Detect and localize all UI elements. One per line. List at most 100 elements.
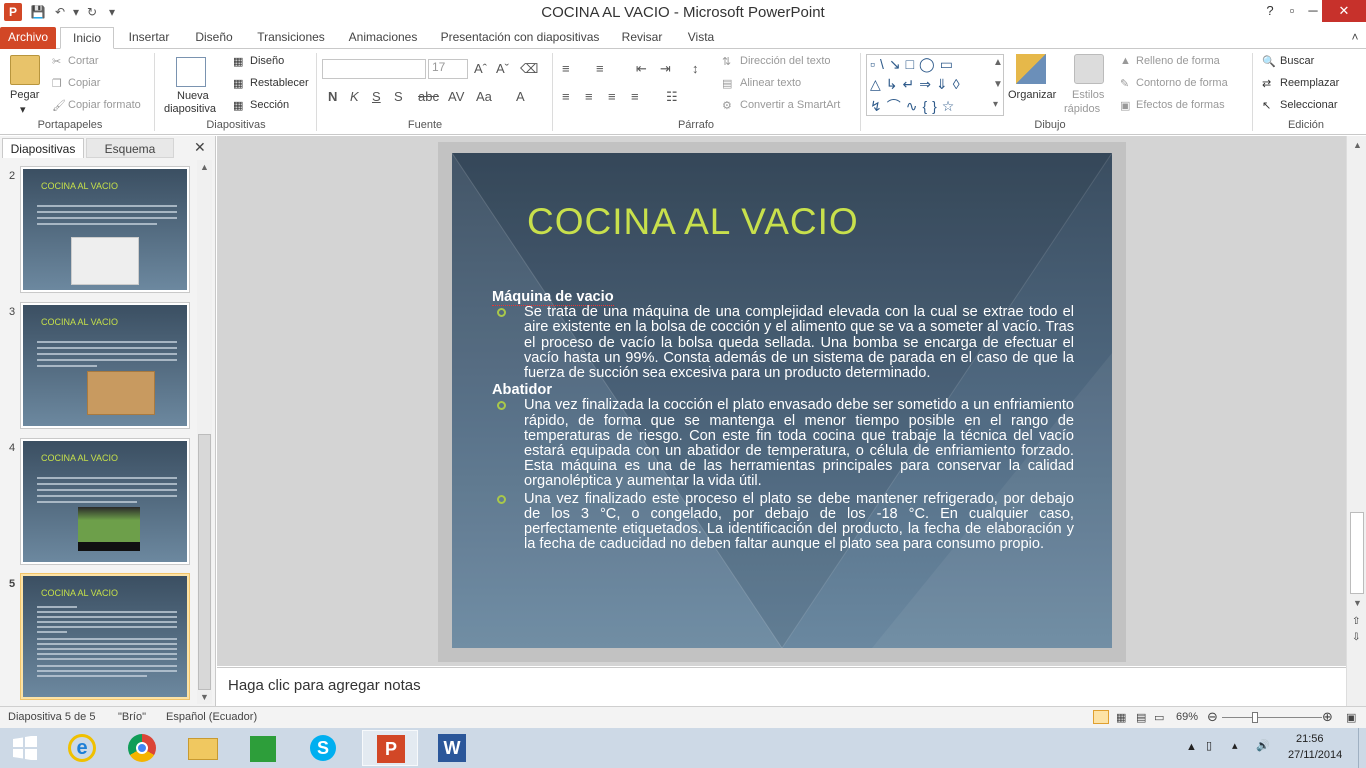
internet-explorer-icon[interactable]: e bbox=[54, 730, 110, 766]
tab-revisar[interactable]: Revisar bbox=[614, 27, 670, 49]
shapes-row-2-icons[interactable]: △↳↵⇒⇓◊ bbox=[870, 76, 965, 93]
next-slide-icon[interactable]: ⇩ bbox=[1352, 632, 1360, 643]
increase-indent-icon[interactable]: ⇥ bbox=[660, 61, 671, 77]
tab-diapositivas[interactable]: Diapositivas bbox=[2, 138, 84, 158]
select-icon[interactable]: ↖ bbox=[1262, 99, 1271, 112]
new-slide-label-1[interactable]: Nueva bbox=[177, 90, 209, 102]
scroll-up-icon[interactable]: ▲ bbox=[1353, 140, 1362, 150]
clock-time[interactable]: 21:56 bbox=[1296, 733, 1324, 745]
tab-vista[interactable]: Vista bbox=[680, 27, 722, 49]
new-slide-label-2[interactable]: diapositiva bbox=[164, 103, 216, 115]
shape-outline-button[interactable]: Contorno de forma bbox=[1136, 77, 1228, 89]
paste-button[interactable]: Pegar bbox=[10, 89, 39, 101]
replace-button[interactable]: Reemplazar bbox=[1280, 77, 1339, 89]
volume-icon[interactable]: 🔊 bbox=[1256, 739, 1270, 752]
network-icon[interactable]: ▴ bbox=[1232, 739, 1238, 752]
zoom-slider[interactable] bbox=[1222, 712, 1322, 723]
shape-outline-icon[interactable]: ✎ bbox=[1120, 77, 1129, 90]
shape-fill-icon[interactable]: ▲ bbox=[1120, 55, 1131, 67]
quick-styles-label-1[interactable]: Estilos bbox=[1072, 89, 1104, 101]
gallery-scroll-down-icon[interactable]: ▼ bbox=[993, 79, 1003, 90]
underline-icon[interactable]: S bbox=[372, 89, 381, 104]
cut-icon[interactable]: ✂ bbox=[52, 55, 61, 68]
previous-slide-icon[interactable]: ⇧ bbox=[1352, 616, 1360, 627]
help-icon[interactable]: ? bbox=[1260, 0, 1280, 22]
replace-icon[interactable]: ⇄ bbox=[1262, 77, 1271, 90]
smartart-button[interactable]: Convertir a SmartArt bbox=[740, 99, 840, 111]
reset-icon[interactable]: ▦ bbox=[233, 77, 243, 90]
clear-format-icon[interactable]: ⌫ bbox=[520, 61, 538, 77]
slides-pane-scrollbar[interactable]: ▲ ▼ bbox=[197, 160, 212, 704]
chrome-icon[interactable] bbox=[114, 730, 170, 766]
font-family-combo[interactable] bbox=[322, 59, 426, 79]
copy-icon[interactable]: ❐ bbox=[52, 77, 62, 90]
tab-transiciones[interactable]: Transiciones bbox=[252, 27, 330, 49]
tab-diseno[interactable]: Diseño bbox=[186, 27, 242, 49]
shadow-icon[interactable]: S bbox=[394, 89, 403, 104]
format-painter-button[interactable]: Copiar formato bbox=[68, 99, 141, 111]
quick-styles-icon[interactable] bbox=[1074, 54, 1104, 84]
line-spacing-icon[interactable]: ↕ bbox=[692, 61, 699, 76]
format-painter-icon[interactable]: 🖌 bbox=[52, 99, 66, 112]
scroll-thumb[interactable] bbox=[1350, 512, 1364, 594]
grow-font-icon[interactable]: Aˆ bbox=[474, 61, 487, 76]
tab-archivo[interactable]: Archivo bbox=[0, 27, 56, 49]
italic-icon[interactable]: K bbox=[350, 89, 359, 104]
zoom-out-icon[interactable]: ⊖ bbox=[1207, 709, 1218, 725]
tab-presentacion[interactable]: Presentación con diapositivas bbox=[436, 27, 604, 49]
slide-thumbnail-4[interactable]: COCINA AL VACIO bbox=[20, 438, 190, 565]
select-button[interactable]: Seleccionar bbox=[1280, 99, 1337, 111]
shapes-gallery[interactable]: ▫\↘□◯▭ △↳↵⇒⇓◊ ↯⌒∿{}☆ ▲ ▼ ▾ bbox=[866, 54, 1004, 116]
slideshow-icon[interactable]: ▭ bbox=[1154, 711, 1164, 724]
tab-animaciones[interactable]: Animaciones bbox=[340, 27, 426, 49]
numbering-icon[interactable]: ≡ bbox=[596, 61, 604, 76]
zoom-in-icon[interactable]: ⊕ bbox=[1322, 709, 1333, 725]
font-size-combo[interactable]: 17 bbox=[428, 59, 468, 79]
gallery-scroll-up-icon[interactable]: ▲ bbox=[993, 57, 1003, 68]
smartart-icon[interactable]: ⚙ bbox=[722, 99, 732, 112]
section-button[interactable]: Sección bbox=[250, 99, 289, 111]
section-icon[interactable]: ▦ bbox=[233, 99, 243, 112]
copy-button[interactable]: Copiar bbox=[68, 77, 100, 89]
slide-thumbnail-3[interactable]: COCINA AL VACIO bbox=[20, 302, 190, 429]
editor-scrollbar[interactable]: ▲ ▼ ⇧ ⇩ bbox=[1346, 136, 1366, 706]
start-button[interactable] bbox=[0, 730, 50, 766]
arrange-icon[interactable] bbox=[1016, 54, 1046, 84]
slide-thumbnail-5[interactable]: COCINA AL VACIO bbox=[20, 573, 190, 700]
gallery-more-icon[interactable]: ▾ bbox=[993, 99, 998, 110]
notes-placeholder[interactable]: Haga clic para agregar notas bbox=[228, 677, 421, 694]
zoom-level[interactable]: 69% bbox=[1176, 711, 1198, 723]
scroll-thumb[interactable] bbox=[198, 434, 211, 690]
spacing-icon[interactable]: AV bbox=[448, 89, 464, 104]
restore-ribbon-icon[interactable]: ▫ bbox=[1283, 0, 1301, 22]
shrink-font-icon[interactable]: Aˇ bbox=[496, 61, 509, 76]
tray-device-icon[interactable]: ▯ bbox=[1206, 739, 1212, 752]
word-taskbar-icon[interactable]: W bbox=[424, 730, 480, 766]
quick-styles-label-2[interactable]: rápidos bbox=[1064, 103, 1100, 115]
text-direction-icon[interactable]: ⇅ bbox=[722, 55, 731, 68]
strikethrough-icon[interactable]: abc bbox=[418, 89, 439, 104]
layout-icon[interactable]: ▦ bbox=[233, 55, 243, 68]
scroll-up-icon[interactable]: ▲ bbox=[200, 162, 209, 172]
align-right-icon[interactable]: ≡ bbox=[608, 89, 616, 104]
zoom-slider-thumb[interactable] bbox=[1251, 712, 1258, 723]
paste-dropdown-icon[interactable]: ▾ bbox=[20, 103, 26, 116]
align-left-icon[interactable]: ≡ bbox=[562, 89, 570, 104]
cut-button[interactable]: Cortar bbox=[68, 55, 99, 67]
skype-icon[interactable]: S bbox=[294, 730, 350, 766]
tab-inicio[interactable]: Inicio bbox=[60, 27, 114, 49]
scroll-down-icon[interactable]: ▼ bbox=[1353, 598, 1362, 608]
slide-title[interactable]: COCINA AL VACIO bbox=[527, 201, 859, 243]
shape-effects-button[interactable]: Efectos de formas bbox=[1136, 99, 1225, 111]
slide-thumbnail-2[interactable]: COCINA AL VACIO bbox=[20, 166, 190, 293]
minimize-icon[interactable]: ─ bbox=[1302, 0, 1324, 22]
notes-pane[interactable]: Haga clic para agregar notas bbox=[217, 667, 1346, 706]
arrange-button[interactable]: Organizar bbox=[1008, 89, 1056, 101]
reading-view-icon[interactable]: ▤ bbox=[1136, 711, 1146, 724]
find-button[interactable]: Buscar bbox=[1280, 55, 1314, 67]
align-center-icon[interactable]: ≡ bbox=[585, 89, 593, 104]
slide-sorter-icon[interactable]: ▦ bbox=[1116, 711, 1126, 724]
language-indicator[interactable]: Español (Ecuador) bbox=[166, 711, 257, 723]
layout-button[interactable]: Diseño bbox=[250, 55, 284, 67]
bold-icon[interactable]: N bbox=[328, 89, 337, 104]
